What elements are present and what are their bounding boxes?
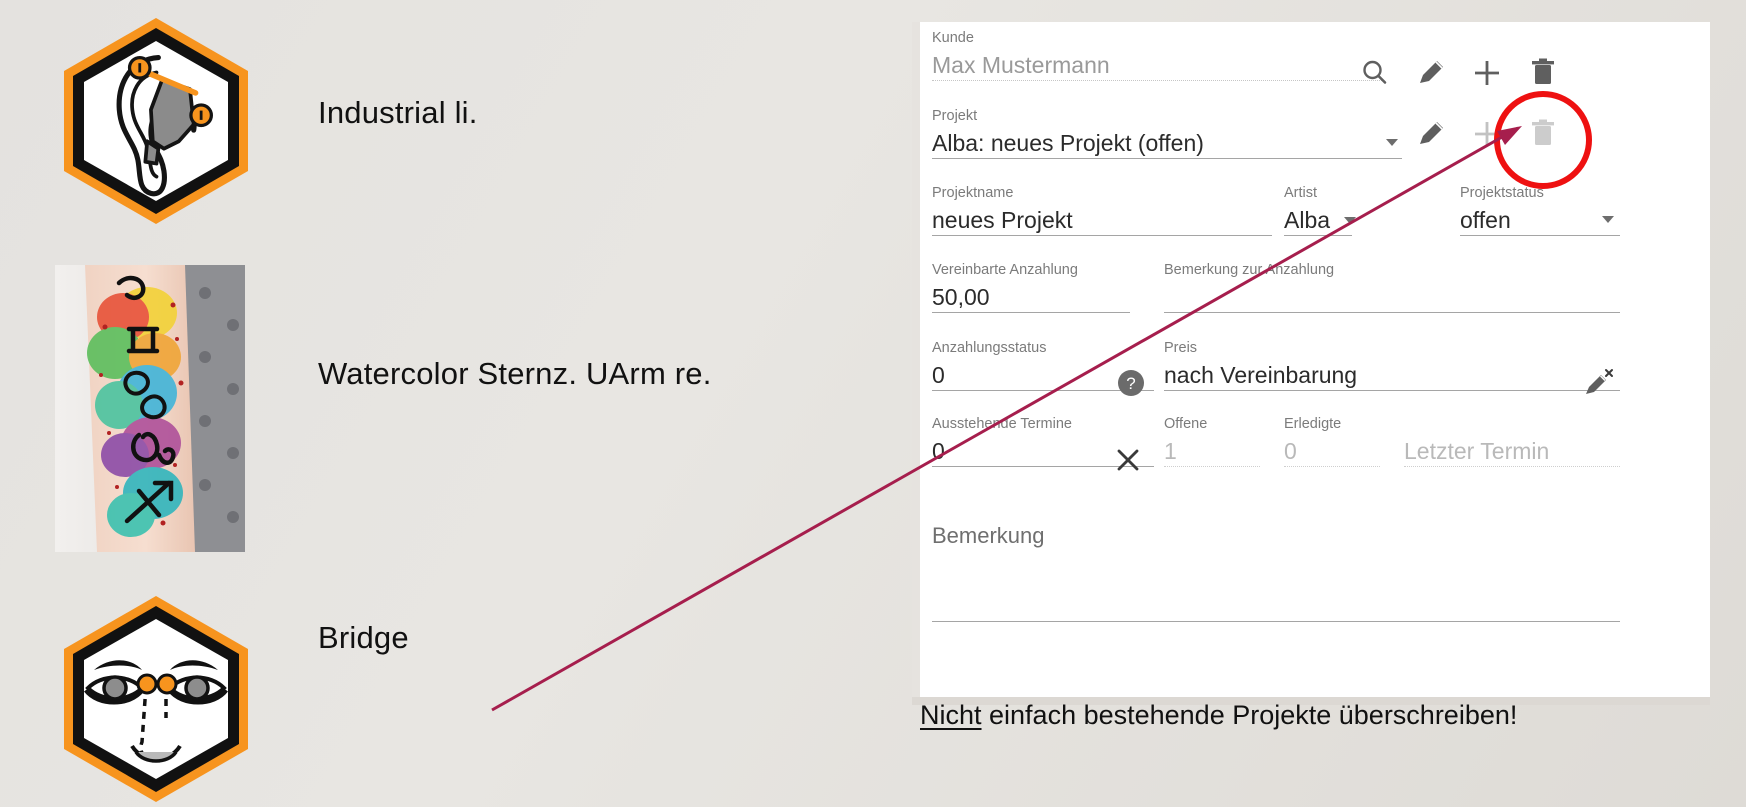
project-form-panel: Kunde Max Mustermann Projekt Alba: neues…: [920, 22, 1710, 697]
projekt-edit-icon[interactable]: [1414, 117, 1448, 151]
bemerkung-zur-anzahlung-field[interactable]: Bemerkung zur Anzahlung: [1164, 262, 1620, 313]
clear-icon[interactable]: [1112, 444, 1144, 476]
help-icon[interactable]: ?: [1116, 368, 1146, 398]
warning-note: Nicht einfach bestehende Projekte übersc…: [920, 700, 1517, 731]
search-icon[interactable]: [1358, 56, 1392, 90]
erledigte-field: Erledigte 0: [1284, 416, 1380, 467]
projektname-field[interactable]: Projektname neues Projekt: [932, 185, 1272, 236]
offene-field: Offene 1: [1164, 416, 1260, 467]
gallery-label-industrial: Industrial li.: [318, 95, 478, 130]
erledigte-value: 0: [1284, 436, 1380, 467]
kunde-value[interactable]: Max Mustermann: [932, 50, 1384, 81]
vereinbarte-anzahlung-value[interactable]: 50,00: [932, 282, 1130, 313]
edit-icon[interactable]: [1414, 56, 1448, 90]
artist-value-row[interactable]: Alba: [1284, 205, 1357, 236]
panel-left-edge: [912, 22, 920, 697]
projektstatus-field[interactable]: Projektstatus offen: [1460, 185, 1620, 236]
vereinbarte-anzahlung-field[interactable]: Vereinbarte Anzahlung 50,00: [932, 262, 1130, 313]
preis-field[interactable]: Preis nach Vereinbarung: [1164, 340, 1620, 391]
edit-clear-icon[interactable]: [1582, 366, 1616, 400]
artist-chevron-down-icon[interactable]: [1344, 216, 1357, 224]
svg-text:?: ?: [1126, 374, 1135, 393]
letzter-termin-value: Letzter Termin: [1404, 436, 1620, 467]
offene-label: Offene: [1164, 416, 1208, 432]
delete-icon[interactable]: [1526, 56, 1560, 90]
preis-value[interactable]: nach Vereinbarung: [1164, 360, 1620, 391]
projektstatus-label: Projektstatus: [1460, 185, 1544, 201]
kunde-label: Kunde: [932, 30, 974, 46]
watercolor-zodiac-tattoo-photo: [55, 265, 245, 552]
letzter-termin-label: [1404, 416, 1620, 432]
anzahlungsstatus-label: Anzahlungsstatus: [932, 340, 1047, 356]
vereinbarte-anzahlung-label: Vereinbarte Anzahlung: [932, 262, 1078, 278]
projektstatus-value-row[interactable]: offen: [1460, 205, 1620, 236]
projekt-value: Alba: neues Projekt (offen): [932, 130, 1204, 156]
left-gallery-column: Industrial li. Watercolor Sternz. UArm r…: [0, 0, 820, 807]
projekt-value-row[interactable]: Alba: neues Projekt (offen): [932, 128, 1402, 159]
bemerkung-field[interactable]: Bemerkung: [932, 517, 1620, 622]
chevron-down-icon[interactable]: [1386, 139, 1398, 146]
gallery-label-watercolor: Watercolor Sternz. UArm re.: [318, 356, 712, 391]
preis-label: Preis: [1164, 340, 1198, 356]
artist-field[interactable]: Artist Alba: [1284, 185, 1357, 236]
bemerkung-input[interactable]: [932, 551, 1620, 622]
projektstatus-value: offen: [1460, 207, 1511, 233]
letzter-termin-field: Letzter Termin: [1404, 416, 1620, 467]
bemerkung-label: Bemerkung: [932, 523, 1045, 548]
offene-value: 1: [1164, 436, 1260, 467]
gallery-label-bridge: Bridge: [318, 620, 409, 655]
ear-industrial-piercing-icon: [58, 14, 254, 228]
artist-value: Alba: [1284, 207, 1331, 233]
warning-emphasis: Nicht: [920, 700, 982, 730]
kunde-field[interactable]: Kunde Max Mustermann: [932, 30, 1384, 81]
projektname-value[interactable]: neues Projekt: [932, 205, 1272, 236]
projekt-label: Projekt: [932, 108, 978, 124]
bemerkung-zur-anzahlung-value[interactable]: [1164, 282, 1620, 313]
add-icon[interactable]: [1470, 56, 1504, 90]
ausstehende-termine-label: Ausstehende Termine: [932, 416, 1072, 432]
warning-rest: einfach bestehende Projekte überschreibe…: [981, 700, 1518, 730]
projekt-add-icon[interactable]: [1470, 117, 1504, 151]
erledigte-label: Erledigte: [1284, 416, 1342, 432]
face-bridge-piercing-icon: [58, 592, 254, 806]
projektname-label: Projektname: [932, 185, 1014, 201]
bemerkung-zur-anzahlung-label: Bemerkung zur Anzahlung: [1164, 262, 1335, 278]
projekt-delete-icon[interactable]: [1526, 117, 1560, 151]
projekt-field[interactable]: Projekt Alba: neues Projekt (offen): [932, 108, 1402, 159]
artist-label: Artist: [1284, 185, 1318, 201]
projektstatus-chevron-down-icon[interactable]: [1602, 216, 1614, 223]
